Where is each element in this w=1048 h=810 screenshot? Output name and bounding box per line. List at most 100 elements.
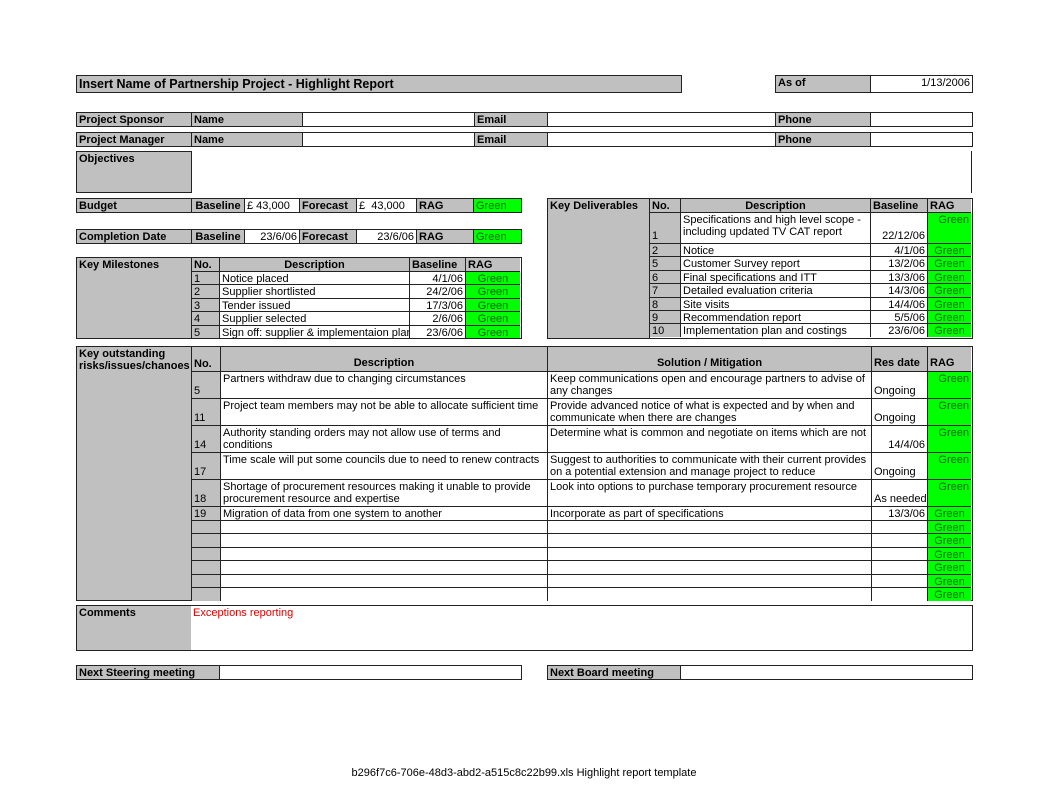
risk-description[interactable]: Time scale will put some councils due to…	[220, 452, 547, 479]
risk-rag-status[interactable]: Green	[927, 371, 971, 398]
sponsor-email-field[interactable]	[547, 112, 776, 127]
milestone-rag-status[interactable]: Green	[465, 311, 520, 325]
manager-name-field[interactable]	[302, 132, 475, 147]
deliverable-baseline[interactable]: 14/4/06	[870, 296, 927, 310]
risk-rag-status[interactable]: Green	[927, 587, 971, 601]
milestone-description[interactable]: Tender issued	[219, 297, 409, 312]
risk-res-date[interactable]: Ongoing	[871, 371, 927, 398]
risk-solution[interactable]: Determine what is common and negotiate o…	[547, 425, 871, 452]
manager-email-field[interactable]	[547, 132, 776, 147]
deliverable-description[interactable]: Implementation plan and costings	[680, 323, 870, 337]
risk-rag-status[interactable]: Green	[927, 533, 971, 547]
milestone-description[interactable]: Notice placed	[219, 271, 409, 285]
budget-baseline-value[interactable]: £ 43,000	[244, 198, 300, 213]
deliverable-rag-status[interactable]: Green	[927, 256, 971, 270]
risk-rag-status[interactable]: Green	[927, 425, 971, 452]
risk-solution[interactable]: Look into options to purchase temporary …	[547, 479, 871, 506]
risk-res-date[interactable]: As needed	[871, 479, 927, 506]
risk-description[interactable]: Partners withdraw due to changing circum…	[220, 371, 547, 398]
deliverable-description[interactable]: Final specifications and ITT	[680, 269, 870, 284]
completion-rag-status[interactable]: Green	[473, 229, 522, 244]
deliverable-baseline[interactable]: 5/5/06	[870, 310, 927, 324]
risk-res-date[interactable]	[871, 560, 927, 574]
deliverable-rag-status[interactable]: Green	[927, 323, 971, 337]
risk-rag-status[interactable]: Green	[927, 479, 971, 506]
risk-rag-status[interactable]: Green	[927, 398, 971, 425]
risk-solution[interactable]: Suggest to authorities to communicate wi…	[547, 452, 871, 479]
milestone-description[interactable]: Sign off: supplier & implementaion plan	[219, 324, 409, 338]
risk-res-date[interactable]	[871, 573, 927, 587]
risk-solution[interactable]: Incorporate as part of specifications	[547, 506, 871, 520]
deliverable-rag-status[interactable]: Green	[927, 296, 971, 310]
risk-description[interactable]	[220, 533, 547, 547]
risk-res-date[interactable]	[871, 587, 927, 601]
milestone-description[interactable]: Supplier shortlisted	[219, 284, 409, 298]
deliverable-baseline[interactable]: 14/3/06	[870, 283, 927, 297]
milestone-rag-status[interactable]: Green	[465, 324, 520, 338]
completion-baseline-value[interactable]: 23/6/06	[244, 229, 300, 244]
risk-res-date[interactable]: 14/4/06	[871, 425, 927, 452]
risk-description[interactable]	[220, 519, 547, 533]
completion-forecast-value[interactable]: 23/6/06	[356, 229, 417, 244]
objectives-field[interactable]	[192, 151, 972, 193]
risk-solution[interactable]	[547, 587, 871, 601]
risk-description[interactable]: Shortage of procurement resources making…	[220, 479, 547, 506]
deliverable-baseline[interactable]: 13/2/06	[870, 256, 927, 270]
sponsor-name-field[interactable]	[302, 112, 475, 127]
deliverable-description[interactable]: Customer Survey report	[680, 256, 870, 270]
risk-solution[interactable]	[547, 560, 871, 574]
milestone-baseline[interactable]: 2/6/06	[409, 311, 465, 325]
risk-res-date[interactable]	[871, 533, 927, 547]
risk-res-date[interactable]: 13/3/06	[871, 506, 927, 520]
deliverable-rag-status[interactable]: Green	[927, 283, 971, 297]
sponsor-phone-field[interactable]	[870, 112, 973, 127]
as-of-date[interactable]: 1/13/2006	[870, 75, 973, 93]
budget-rag-status[interactable]: Green	[473, 198, 522, 213]
risk-description[interactable]	[220, 573, 547, 587]
deliverable-description[interactable]: Detailed evaluation criteria	[680, 283, 870, 297]
risk-solution[interactable]	[547, 546, 871, 560]
deliverable-description[interactable]: Recommendation report	[680, 310, 870, 324]
risk-rag-status[interactable]: Green	[927, 452, 971, 479]
milestone-description[interactable]: Supplier selected	[219, 311, 409, 325]
risk-description[interactable]: Project team members may not be able to …	[220, 398, 547, 425]
risk-res-date[interactable]: Ongoing	[871, 398, 927, 425]
risk-rag-status[interactable]: Green	[927, 573, 971, 587]
risk-description[interactable]: Authority standing orders may not allow …	[220, 425, 547, 452]
deliverable-baseline[interactable]: 13/3/06	[870, 269, 927, 284]
milestone-rag-status[interactable]: Green	[465, 284, 520, 298]
risk-res-date[interactable]	[871, 546, 927, 560]
deliverable-baseline[interactable]: 4/1/06	[870, 243, 927, 257]
milestone-baseline[interactable]: 4/1/06	[409, 271, 465, 285]
risk-solution[interactable]	[547, 573, 871, 587]
risk-solution[interactable]: Keep communications open and encourage p…	[547, 371, 871, 398]
deliverable-rag-status[interactable]: Green	[927, 212, 971, 243]
risk-solution[interactable]	[547, 519, 871, 533]
budget-forecast-value[interactable]: £ 43,000	[356, 198, 417, 213]
milestone-baseline[interactable]: 24/2/06	[409, 284, 465, 298]
deliverable-rag-status[interactable]: Green	[927, 243, 971, 257]
next-board-meeting-field[interactable]	[680, 665, 973, 680]
next-steering-meeting-field[interactable]	[219, 665, 522, 680]
comments-field[interactable]: Exceptions reporting	[191, 605, 973, 651]
risk-description[interactable]: Migration of data from one system to ano…	[220, 506, 547, 520]
deliverable-description[interactable]: Specifications and high level scope - in…	[680, 212, 870, 243]
risk-res-date[interactable]: Ongoing	[871, 452, 927, 479]
risk-rag-status[interactable]: Green	[927, 506, 971, 520]
milestone-baseline[interactable]: 17/3/06	[409, 297, 465, 312]
deliverable-baseline[interactable]: 23/6/06	[870, 323, 927, 337]
risk-solution[interactable]	[547, 533, 871, 547]
risk-rag-status[interactable]: Green	[927, 560, 971, 574]
risk-res-date[interactable]	[871, 519, 927, 533]
risk-rag-status[interactable]: Green	[927, 519, 971, 533]
deliverable-description[interactable]: Notice	[680, 243, 870, 257]
risk-description[interactable]	[220, 546, 547, 560]
risk-solution[interactable]: Provide advanced notice of what is expec…	[547, 398, 871, 425]
milestone-rag-status[interactable]: Green	[465, 271, 520, 285]
risk-description[interactable]	[220, 587, 547, 601]
deliverable-description[interactable]: Site visits	[680, 296, 870, 310]
deliverable-rag-status[interactable]: Green	[927, 269, 971, 284]
milestone-baseline[interactable]: 23/6/06	[409, 324, 465, 338]
milestone-rag-status[interactable]: Green	[465, 297, 520, 312]
risk-description[interactable]	[220, 560, 547, 574]
